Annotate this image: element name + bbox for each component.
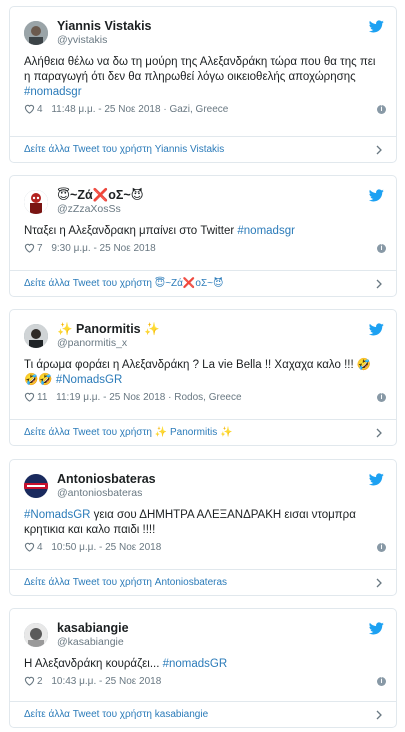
tweet-timestamp[interactable]: 10:50 μ.μ. - 25 Νοε 2018 <box>51 542 161 553</box>
info-icon[interactable]: i <box>377 244 386 253</box>
chevron-right-icon <box>376 279 382 289</box>
info-icon[interactable]: i <box>377 543 386 552</box>
twitter-bird-icon[interactable] <box>369 473 384 486</box>
hashtag-link[interactable]: #NomadsGR <box>24 509 90 521</box>
chevron-right-icon <box>376 428 382 438</box>
more-tweets-link[interactable]: Δείτε άλλα Tweet του χρήστη 😇~Zά❌oΣ~😈 <box>10 270 396 296</box>
user-handle[interactable]: @panormitis_x <box>57 337 160 350</box>
tweet-timestamp[interactable]: 10:43 μ.μ. - 25 Νοε 2018 <box>51 676 161 687</box>
twitter-bird-icon[interactable] <box>369 323 384 336</box>
tweet-card[interactable]: 😇~Zά❌oΣ~😈 @zZzaXosSs Νταξει η Αλεξανδρακ… <box>9 175 397 297</box>
like-count: 11 <box>37 392 48 403</box>
tweet-card[interactable]: Antoniosbateras @antoniosbateras #Nomads… <box>9 459 397 596</box>
more-tweets-link[interactable]: Δείτε άλλα Tweet του χρήστη Antoniosbate… <box>10 569 396 595</box>
tweet-header: Antoniosbateras @antoniosbateras <box>10 460 396 508</box>
avatar[interactable] <box>24 190 48 214</box>
like-count: 2 <box>37 676 43 687</box>
like-count: 7 <box>37 243 43 254</box>
more-tweets-link[interactable]: Δείτε άλλα Tweet του χρήστη ✨ Panormitis… <box>10 419 396 445</box>
tweet-text: Τι άρωμα φοράει η Αλεξανδράκη ? La vie B… <box>24 359 372 386</box>
heart-icon[interactable] <box>24 104 35 114</box>
tweet-feed: Yiannis Vistakis @yvistakis Αλήθεια θέλω… <box>0 0 405 732</box>
user-handle[interactable]: @kasabiangie <box>57 636 129 649</box>
avatar[interactable] <box>24 324 48 348</box>
heart-icon[interactable] <box>24 676 35 686</box>
tweet-meta: 4 10:50 μ.μ. - 25 Νοε 2018 i <box>10 538 396 560</box>
like-count: 4 <box>37 104 43 115</box>
hashtag-link[interactable]: #NomadsGR <box>56 374 122 386</box>
user-handle[interactable]: @yvistakis <box>57 34 152 47</box>
twitter-bird-icon[interactable] <box>369 622 384 635</box>
more-tweets-label: Δείτε άλλα Tweet του χρήστη ✨ Panormitis… <box>24 427 233 438</box>
display-name[interactable]: Yiannis Vistakis <box>57 19 152 34</box>
tweet-text: Η Αλεξανδράκη κουράζει... #nomadsGR <box>24 658 228 670</box>
more-tweets-label: Δείτε άλλα Tweet του χρήστη kasabiangie <box>24 709 209 720</box>
info-icon[interactable]: i <box>377 393 386 402</box>
tweet-meta: 2 10:43 μ.μ. - 25 Νοε 2018 i <box>10 672 396 694</box>
chevron-right-icon <box>376 578 382 588</box>
tweet-timestamp[interactable]: 11:48 μ.μ. - 25 Νοε 2018 <box>51 104 160 115</box>
tweet-text: Αλήθεια θέλω να δω τη μούρη της Αλεξανδρ… <box>24 56 376 98</box>
tweet-header: ✨ Panormitis ✨ @panormitis_x <box>10 310 396 358</box>
tweet-timestamp[interactable]: 9:30 μ.μ. - 25 Νοε 2018 <box>51 243 155 254</box>
avatar[interactable] <box>24 474 48 498</box>
like-count: 4 <box>37 542 43 553</box>
twitter-bird-icon[interactable] <box>369 189 384 202</box>
avatar[interactable] <box>24 623 48 647</box>
chevron-right-icon <box>376 145 382 155</box>
display-name[interactable]: kasabiangie <box>57 621 129 636</box>
tweet-location[interactable]: Gazi, Greece <box>169 104 228 115</box>
info-icon[interactable]: i <box>377 677 386 686</box>
user-handle[interactable]: @zZzaXosSs <box>57 203 144 216</box>
tweet-header: 😇~Zά❌oΣ~😈 @zZzaXosSs <box>10 176 396 224</box>
display-name[interactable]: ✨ Panormitis ✨ <box>57 322 160 337</box>
twitter-bird-icon[interactable] <box>369 20 384 33</box>
more-tweets-label: Δείτε άλλα Tweet του χρήστη Yiannis Vist… <box>24 144 225 155</box>
tweet-text: Νταξει η Αλεξανδρακη μπαίνει στο Twitter… <box>24 225 295 237</box>
hashtag-link[interactable]: #nomadsGR <box>163 658 228 670</box>
display-name[interactable]: 😇~Zά❌oΣ~😈 <box>57 188 144 203</box>
tweet-timestamp[interactable]: 11:19 μ.μ. - 25 Νοε 2018 <box>56 392 165 403</box>
tweet-location[interactable]: Rodos, Greece <box>174 392 241 403</box>
more-tweets-label: Δείτε άλλα Tweet του χρήστη 😇~Zά❌oΣ~😈 <box>24 278 224 289</box>
tweet-meta: 4 11:48 μ.μ. - 25 Νοε 2018 · Gazi, Greec… <box>10 100 396 122</box>
hashtag-link[interactable]: #nomadsgr <box>237 225 295 237</box>
user-handle[interactable]: @antoniosbateras <box>57 487 156 500</box>
more-tweets-label: Δείτε άλλα Tweet του χρήστη Antoniosbate… <box>24 577 228 588</box>
tweet-meta: 11 11:19 μ.μ. - 25 Νοε 2018 · Rodos, Gre… <box>10 388 396 410</box>
heart-icon[interactable] <box>24 392 35 402</box>
tweet-header: kasabiangie @kasabiangie <box>10 609 396 657</box>
tweet-meta: 7 9:30 μ.μ. - 25 Νοε 2018 i <box>10 239 396 261</box>
heart-icon[interactable] <box>24 542 35 552</box>
more-tweets-link[interactable]: Δείτε άλλα Tweet του χρήστη kasabiangie <box>10 701 396 727</box>
display-name[interactable]: Antoniosbateras <box>57 472 156 487</box>
heart-icon[interactable] <box>24 243 35 253</box>
tweet-card[interactable]: ✨ Panormitis ✨ @panormitis_x Τι άρωμα φο… <box>9 309 397 446</box>
hashtag-link[interactable]: #nomadsgr <box>24 86 82 98</box>
chevron-right-icon <box>376 710 382 720</box>
info-icon[interactable]: i <box>377 105 386 114</box>
more-tweets-link[interactable]: Δείτε άλλα Tweet του χρήστη Yiannis Vist… <box>10 136 396 162</box>
tweet-card[interactable]: kasabiangie @kasabiangie Η Αλεξανδράκη κ… <box>9 608 397 728</box>
tweet-header: Yiannis Vistakis @yvistakis <box>10 7 396 55</box>
tweet-card[interactable]: Yiannis Vistakis @yvistakis Αλήθεια θέλω… <box>9 6 397 163</box>
avatar[interactable] <box>24 21 48 45</box>
tweet-text: #NomadsGR γεια σου ΔΗΜΗΤΡΑ ΑΛΕΞΑΝΔΡΑΚΗ ε… <box>24 509 356 536</box>
